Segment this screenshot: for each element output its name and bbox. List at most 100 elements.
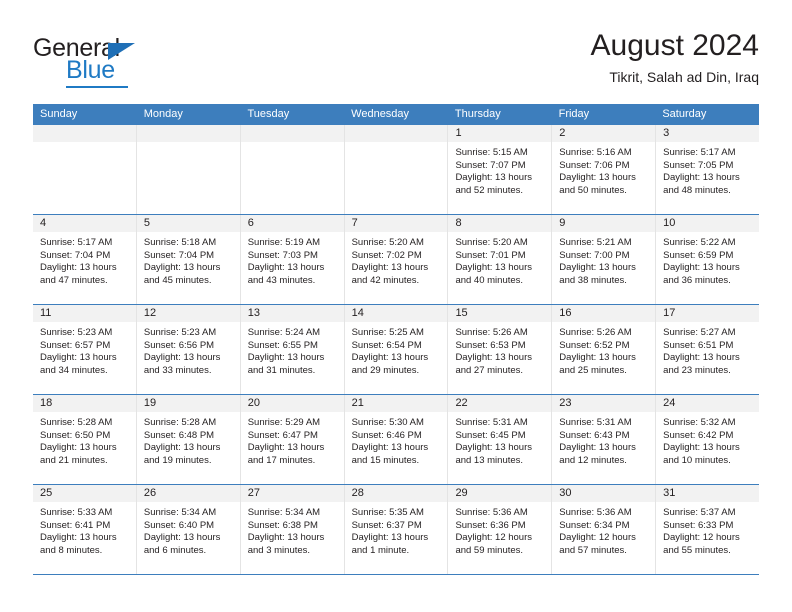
daylight-text-line2: and 57 minutes. <box>559 544 627 556</box>
day-cell[interactable]: 20 Sunrise: 5:29 AM Sunset: 6:47 PM Dayligh… <box>240 395 345 484</box>
day-info: Sunrise: 5:33 AM Sunset: 6:41 PM Daylight:… <box>33 502 136 557</box>
sunset-text: Sunset: 6:38 PM <box>247 519 318 531</box>
sunrise-text: Sunrise: 5:32 AM <box>663 417 736 428</box>
day-cell[interactable]: 10 Sunrise: 5:22 AM Sunset: 6:59 PM Dayligh… <box>656 215 760 304</box>
day-cell[interactable]: 29 Sunrise: 5:36 AM Sunset: 6:36 PM Dayligh… <box>448 485 553 574</box>
day-cell[interactable]: 26 Sunrise: 5:34 AM Sunset: 6:40 PM Dayligh… <box>136 485 241 574</box>
day-number: 4 <box>33 215 136 232</box>
day-cell[interactable]: 27 Sunrise: 5:34 AM Sunset: 6:38 PM Dayligh… <box>240 485 345 574</box>
calendar-weeks: 1 Sunrise: 5:15 AM Sunset: 7:07 PM Daylight… <box>33 125 760 574</box>
day-cell[interactable]: 1 Sunrise: 5:15 AM Sunset: 7:07 PM Daylight… <box>448 125 553 214</box>
day-info: Sunrise: 5:16 AM Sunset: 7:06 PM Daylight:… <box>552 142 655 197</box>
sunset-text: Sunset: 7:04 PM <box>143 249 215 261</box>
sunset-text: Sunset: 6:57 PM <box>40 339 111 351</box>
sunrise-text: Sunrise: 5:28 AM <box>143 417 217 428</box>
day-cell-empty <box>344 125 449 214</box>
location-subtitle: Tikrit, Salah ad Din, Iraq <box>609 69 759 85</box>
day-cell[interactable]: 6 Sunrise: 5:19 AM Sunset: 7:03 PM Daylight… <box>240 215 345 304</box>
brand-logo[interactable]: General Blue <box>33 34 233 90</box>
brand-underline <box>66 86 128 88</box>
daylight-text-line1: Daylight: 12 hours <box>455 532 533 544</box>
daylight-text-line2: and 25 minutes. <box>559 364 627 376</box>
sunset-text: Sunset: 6:34 PM <box>559 519 630 531</box>
sunrise-text: Sunrise: 5:18 AM <box>143 237 217 248</box>
day-cell[interactable]: 14 Sunrise: 5:25 AM Sunset: 6:54 PM Dayligh… <box>344 305 449 394</box>
day-cell[interactable]: 9 Sunrise: 5:21 AM Sunset: 7:00 PM Daylight… <box>552 215 657 304</box>
sunset-text: Sunset: 7:02 PM <box>351 249 422 261</box>
sunrise-text: Sunrise: 5:17 AM <box>663 147 736 158</box>
sunset-text: Sunset: 7:01 PM <box>455 249 526 261</box>
sunrise-text: Sunrise: 5:37 AM <box>663 507 736 518</box>
daylight-text-line1: Daylight: 13 hours <box>559 262 636 274</box>
daylight-text-line1: Daylight: 13 hours <box>455 442 533 454</box>
day-number: 11 <box>33 305 136 322</box>
sunrise-text: Sunrise: 5:22 AM <box>663 237 736 248</box>
day-info: Sunrise: 5:17 AM Sunset: 7:05 PM Daylight:… <box>656 142 759 197</box>
day-number: 6 <box>240 215 344 232</box>
day-info: Sunrise: 5:20 AM Sunset: 7:01 PM Daylight:… <box>448 232 551 287</box>
sunset-text: Sunset: 6:47 PM <box>247 429 318 441</box>
day-number: 19 <box>136 395 240 412</box>
daylight-text-line2: and 21 minutes. <box>40 454 108 466</box>
calendar-page: General Blue August 2024 Tikrit, Salah a… <box>0 0 792 612</box>
day-info: Sunrise: 5:30 AM Sunset: 6:46 PM Daylight:… <box>345 412 448 467</box>
sunset-text: Sunset: 6:56 PM <box>143 339 215 351</box>
sunset-text: Sunset: 7:03 PM <box>247 249 318 261</box>
weekday-header-friday: Friday <box>558 108 590 120</box>
day-info: Sunrise: 5:28 AM Sunset: 6:48 PM Daylight:… <box>137 412 240 467</box>
day-cell[interactable]: 11 Sunrise: 5:23 AM Sunset: 6:57 PM Dayligh… <box>33 305 137 394</box>
sunset-text: Sunset: 7:07 PM <box>455 159 526 171</box>
day-cell[interactable]: 24 Sunrise: 5:32 AM Sunset: 6:42 PM Dayligh… <box>656 395 760 484</box>
day-info: Sunrise: 5:23 AM Sunset: 6:57 PM Daylight:… <box>33 322 136 377</box>
day-cell[interactable]: 19 Sunrise: 5:28 AM Sunset: 6:48 PM Dayligh… <box>136 395 241 484</box>
sunset-text: Sunset: 6:52 PM <box>559 339 630 351</box>
sunrise-text: Sunrise: 5:34 AM <box>247 507 321 518</box>
day-info: Sunrise: 5:26 AM Sunset: 6:52 PM Daylight:… <box>552 322 655 377</box>
day-cell[interactable]: 13 Sunrise: 5:24 AM Sunset: 6:55 PM Dayligh… <box>240 305 345 394</box>
day-info: Sunrise: 5:25 AM Sunset: 6:54 PM Daylight:… <box>345 322 448 377</box>
daylight-text-line1: Daylight: 13 hours <box>40 532 117 544</box>
sunrise-text: Sunrise: 5:29 AM <box>247 417 321 428</box>
weekday-header-tuesday: Tuesday <box>247 108 290 120</box>
sunrise-text: Sunrise: 5:31 AM <box>559 417 632 428</box>
day-cell[interactable]: 25 Sunrise: 5:33 AM Sunset: 6:41 PM Dayligh… <box>33 485 137 574</box>
day-number: 8 <box>448 215 552 232</box>
daylight-text-line1: Daylight: 13 hours <box>663 352 740 364</box>
day-cell[interactable]: 2 Sunrise: 5:16 AM Sunset: 7:06 PM Daylight… <box>552 125 657 214</box>
day-cell[interactable]: 30 Sunrise: 5:36 AM Sunset: 6:34 PM Dayligh… <box>552 485 657 574</box>
daylight-text-line1: Daylight: 13 hours <box>455 352 533 364</box>
sunrise-text: Sunrise: 5:16 AM <box>559 147 632 158</box>
sunset-text: Sunset: 7:00 PM <box>559 249 630 261</box>
daylight-text-line2: and 29 minutes. <box>351 364 420 376</box>
day-cell[interactable]: 12 Sunrise: 5:23 AM Sunset: 6:56 PM Dayligh… <box>136 305 241 394</box>
day-cell[interactable]: 7 Sunrise: 5:20 AM Sunset: 7:02 PM Daylight… <box>344 215 449 304</box>
day-cell[interactable]: 28 Sunrise: 5:35 AM Sunset: 6:37 PM Dayligh… <box>344 485 449 574</box>
daylight-text-line2: and 31 minutes. <box>247 364 316 376</box>
daylight-text-line1: Daylight: 13 hours <box>559 172 636 184</box>
day-number: 9 <box>552 215 656 232</box>
day-info: Sunrise: 5:23 AM Sunset: 6:56 PM Daylight:… <box>137 322 240 377</box>
day-cell[interactable]: 17 Sunrise: 5:27 AM Sunset: 6:51 PM Dayligh… <box>656 305 760 394</box>
day-cell[interactable]: 3 Sunrise: 5:17 AM Sunset: 7:05 PM Daylight… <box>656 125 760 214</box>
day-cell[interactable]: 31 Sunrise: 5:37 AM Sunset: 6:33 PM Dayligh… <box>656 485 760 574</box>
day-cell[interactable]: 5 Sunrise: 5:18 AM Sunset: 7:04 PM Daylight… <box>136 215 241 304</box>
sunset-text: Sunset: 6:42 PM <box>663 429 734 441</box>
sunrise-text: Sunrise: 5:30 AM <box>351 417 424 428</box>
day-cell[interactable]: 22 Sunrise: 5:31 AM Sunset: 6:45 PM Dayligh… <box>448 395 553 484</box>
day-cell[interactable]: 16 Sunrise: 5:26 AM Sunset: 6:52 PM Dayligh… <box>552 305 657 394</box>
day-cell[interactable]: 21 Sunrise: 5:30 AM Sunset: 6:46 PM Dayligh… <box>344 395 449 484</box>
daylight-text-line2: and 42 minutes. <box>351 274 420 286</box>
day-info: Sunrise: 5:17 AM Sunset: 7:04 PM Daylight:… <box>33 232 136 287</box>
daylight-text-line2: and 23 minutes. <box>663 364 731 376</box>
day-cell-empty <box>136 125 241 214</box>
day-cell[interactable]: 15 Sunrise: 5:26 AM Sunset: 6:53 PM Dayligh… <box>448 305 553 394</box>
day-cell[interactable]: 23 Sunrise: 5:31 AM Sunset: 6:43 PM Dayligh… <box>552 395 657 484</box>
daylight-text-line1: Daylight: 12 hours <box>559 532 636 544</box>
sunrise-text: Sunrise: 5:21 AM <box>559 237 632 248</box>
day-cell[interactable]: 4 Sunrise: 5:17 AM Sunset: 7:04 PM Daylight… <box>33 215 137 304</box>
day-number: 22 <box>448 395 552 412</box>
day-cell[interactable]: 18 Sunrise: 5:28 AM Sunset: 6:50 PM Dayligh… <box>33 395 137 484</box>
weekday-header-saturday: Saturday <box>662 108 707 120</box>
day-cell[interactable]: 8 Sunrise: 5:20 AM Sunset: 7:01 PM Daylight… <box>448 215 553 304</box>
day-info: Sunrise: 5:31 AM Sunset: 6:45 PM Daylight:… <box>448 412 551 467</box>
